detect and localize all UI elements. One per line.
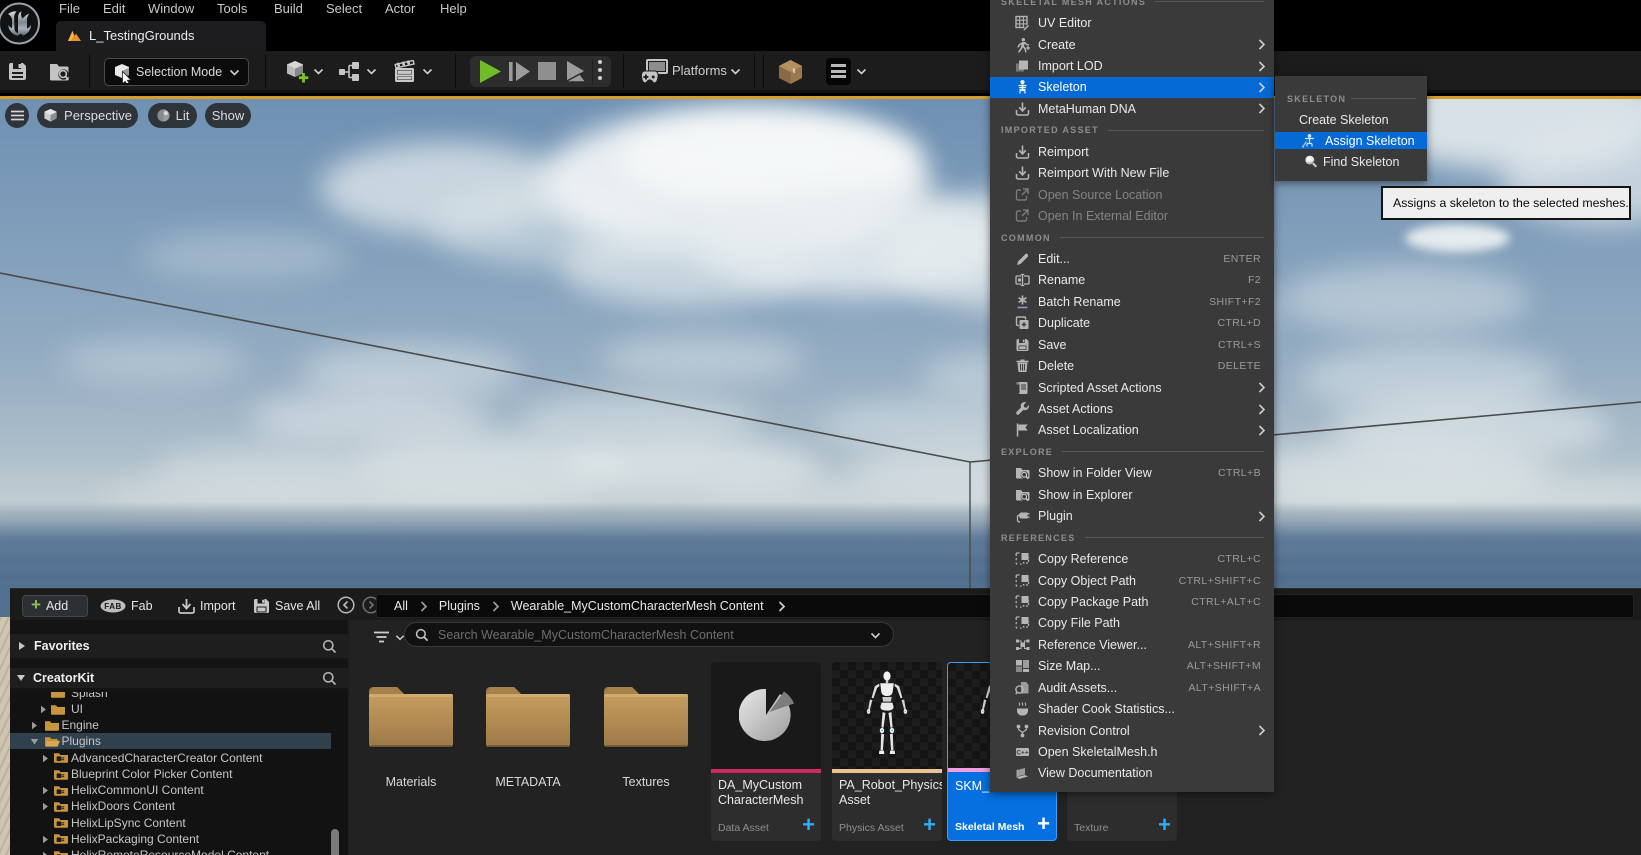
svg-text:FAB: FAB	[104, 602, 122, 611]
